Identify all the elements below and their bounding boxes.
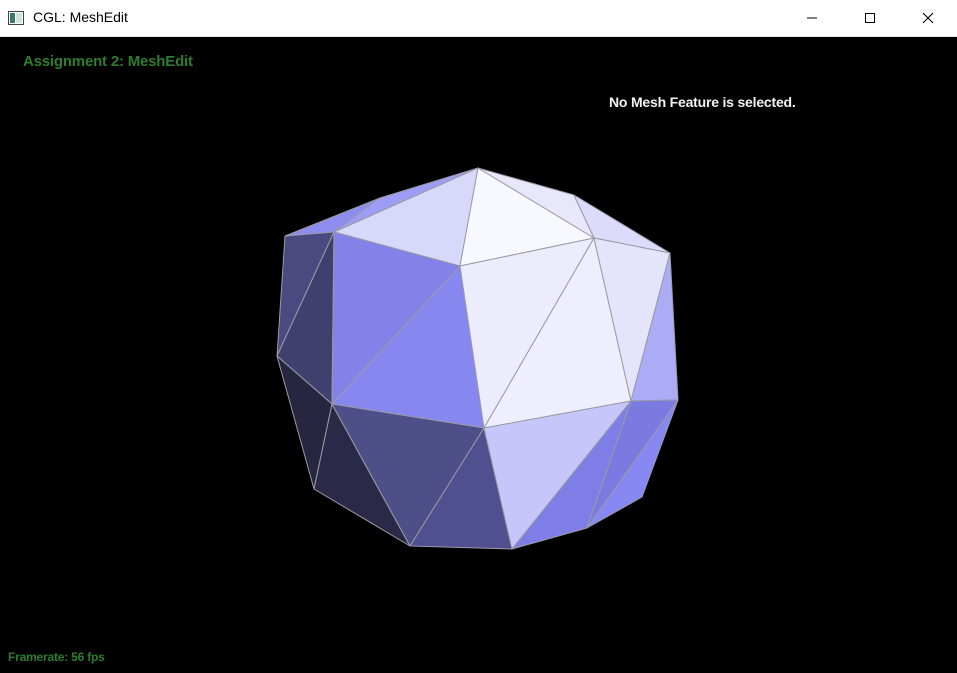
minimize-icon: [806, 9, 818, 28]
maximize-icon: [864, 9, 876, 28]
maximize-button[interactable]: [841, 0, 899, 36]
close-button[interactable]: [899, 0, 957, 36]
close-icon: [922, 9, 934, 28]
framerate-readout: Framerate: 56 fps: [8, 650, 105, 664]
mesh-canvas[interactable]: [0, 37, 957, 673]
window-titlebar[interactable]: CGL: MeshEdit: [0, 0, 957, 37]
minimize-button[interactable]: [783, 0, 841, 36]
assignment-title: Assignment 2: MeshEdit: [23, 53, 193, 70]
app-window-icon: [8, 10, 24, 25]
selection-status: No Mesh Feature is selected.: [609, 94, 796, 110]
window-title: CGL: MeshEdit: [33, 9, 128, 25]
render-viewport[interactable]: Assignment 2: MeshEdit No Mesh Feature i…: [0, 37, 957, 673]
